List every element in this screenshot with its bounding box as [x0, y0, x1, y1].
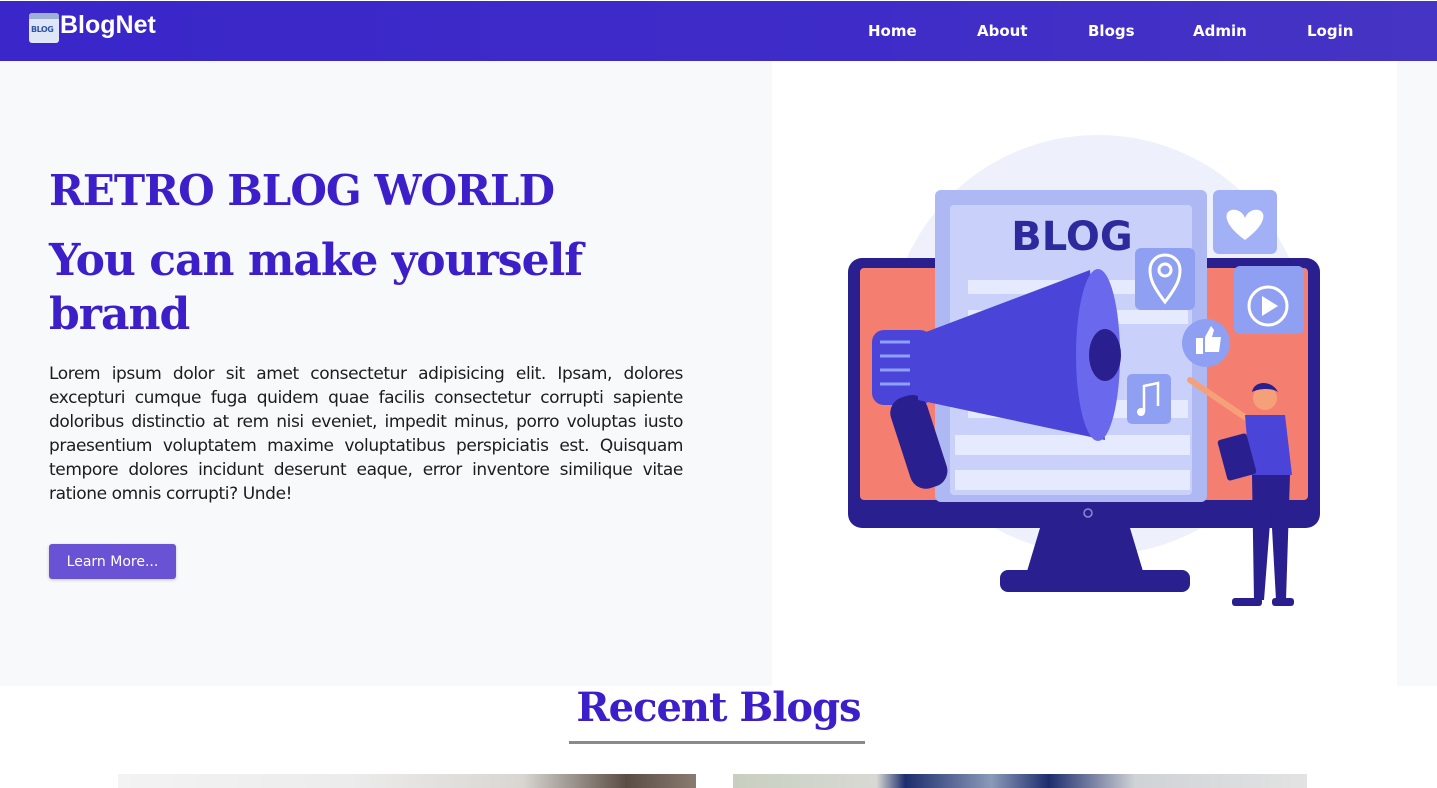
- navbar: BLOG BlogNet Home About Blogs Admin Logi…: [0, 1, 1437, 61]
- blog-page-title: BLOG: [1011, 214, 1132, 260]
- nav-link-admin[interactable]: Admin: [1193, 22, 1247, 40]
- nav-link-about[interactable]: About: [977, 22, 1028, 40]
- hero-subtitle: You can make yourself brand: [49, 235, 583, 340]
- brand[interactable]: BLOG BlogNet: [29, 11, 156, 43]
- learn-more-button[interactable]: Learn More...: [49, 544, 176, 579]
- blog-line: [955, 435, 1190, 455]
- recent-blogs-underline: [569, 741, 865, 744]
- nav-link-home[interactable]: Home: [868, 22, 917, 40]
- hero-edge-strip: [1397, 61, 1437, 686]
- hero-title: RETRO BLOG WORLD: [49, 166, 555, 215]
- megaphone-inner: [1089, 329, 1121, 381]
- logo-text: BLOG: [31, 25, 54, 34]
- blog-marketing-illustration: BLOG: [848, 135, 1320, 606]
- brand-name[interactable]: BlogNet: [60, 11, 156, 40]
- music-note-icon: [1127, 374, 1171, 424]
- nav-link-blogs[interactable]: Blogs: [1088, 22, 1135, 40]
- blog-card-thumbnail[interactable]: [733, 774, 1307, 788]
- monitor-base: [1000, 570, 1190, 592]
- person-legs: [1252, 475, 1290, 600]
- blog-logo-icon: BLOG: [29, 13, 59, 43]
- blog-line: [955, 470, 1190, 490]
- blog-card-thumbnail[interactable]: [118, 774, 696, 788]
- hero-paragraph: Lorem ipsum dolor sit amet consectetur a…: [49, 364, 683, 504]
- recent-blogs-title: Recent Blogs: [576, 684, 861, 731]
- nav-link-login[interactable]: Login: [1307, 22, 1353, 40]
